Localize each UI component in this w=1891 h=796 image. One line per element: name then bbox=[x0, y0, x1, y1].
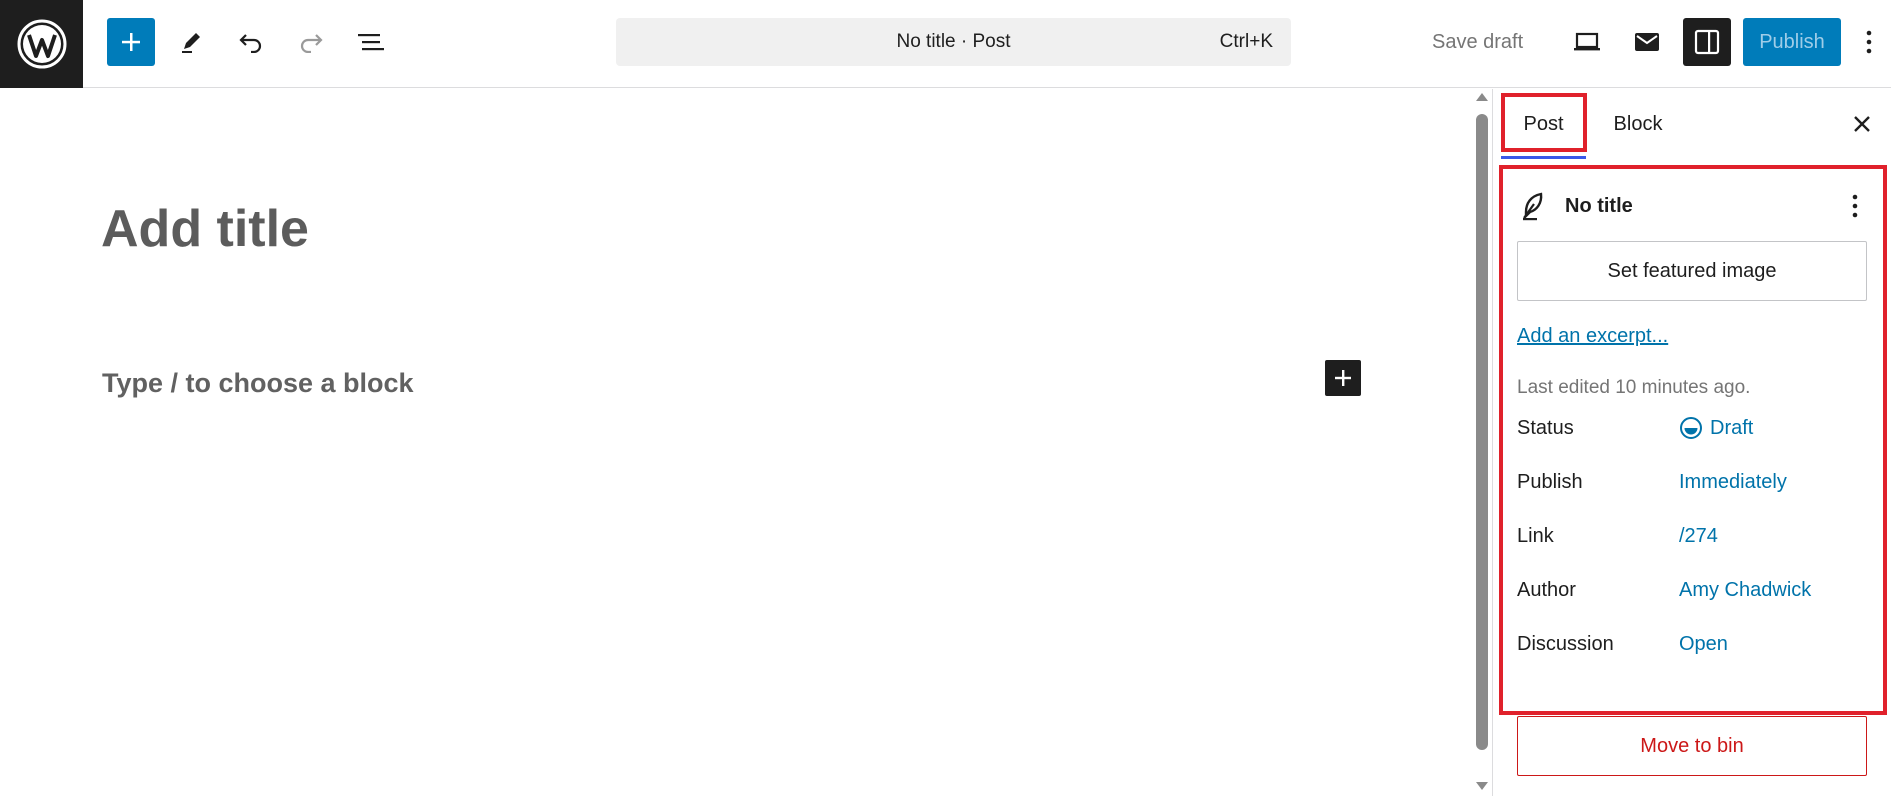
undo-button[interactable] bbox=[227, 18, 275, 66]
list-view-icon bbox=[358, 34, 384, 51]
tab-block[interactable]: Block bbox=[1603, 89, 1673, 159]
vertical-ellipsis-icon bbox=[1866, 30, 1872, 54]
scroll-down-arrow-icon[interactable] bbox=[1476, 782, 1488, 790]
post-actions-button[interactable] bbox=[1843, 188, 1867, 224]
permalink-value[interactable]: /274 bbox=[1679, 516, 1718, 556]
draft-status-icon[interactable] bbox=[1679, 416, 1703, 440]
block-placeholder[interactable]: Type / to choose a block bbox=[102, 368, 414, 399]
save-draft-button[interactable]: Save draft bbox=[1432, 18, 1523, 66]
plus-icon bbox=[1335, 370, 1351, 386]
publish-date-value[interactable]: Immediately bbox=[1679, 462, 1787, 502]
sidebar-toggle-icon bbox=[1694, 29, 1720, 55]
wordpress-logo-icon[interactable] bbox=[0, 0, 83, 88]
tab-block-label: Block bbox=[1613, 113, 1663, 135]
tools-button[interactable] bbox=[167, 18, 215, 66]
link-label: Link bbox=[1517, 525, 1554, 547]
editor-scrollbar[interactable] bbox=[1472, 89, 1492, 796]
editor-canvas: Add title Type / to choose a block bbox=[0, 89, 1472, 796]
post-title-input[interactable]: Add title bbox=[101, 199, 309, 259]
active-tab-indicator bbox=[1501, 156, 1586, 159]
vertical-ellipsis-icon bbox=[1852, 194, 1858, 218]
author-label: Author bbox=[1517, 579, 1576, 601]
undo-icon bbox=[239, 34, 262, 53]
redo-icon bbox=[300, 34, 323, 53]
scrollbar-thumb[interactable] bbox=[1476, 114, 1488, 750]
meta-row-discussion: Discussion Open bbox=[1517, 624, 1867, 664]
feather-icon bbox=[1523, 192, 1543, 221]
author-value[interactable]: Amy Chadwick bbox=[1679, 570, 1811, 610]
post-summary-header: No title bbox=[1517, 184, 1867, 228]
options-menu-button[interactable] bbox=[1851, 18, 1887, 66]
plus-icon bbox=[122, 33, 140, 51]
redo-button[interactable] bbox=[287, 18, 335, 66]
meta-row-author: Author Amy Chadwick bbox=[1517, 570, 1867, 610]
publish-button[interactable]: Publish bbox=[1743, 18, 1841, 66]
close-icon bbox=[1854, 116, 1870, 132]
meta-row-link: Link /274 bbox=[1517, 516, 1867, 556]
scroll-up-arrow-icon[interactable] bbox=[1476, 93, 1488, 101]
status-value[interactable]: Draft bbox=[1710, 408, 1753, 448]
close-sidebar-button[interactable] bbox=[1844, 106, 1880, 142]
envelope-icon bbox=[1635, 33, 1659, 51]
command-palette-button[interactable]: No title · Post Ctrl+K bbox=[616, 18, 1291, 66]
laptop-icon bbox=[1574, 32, 1600, 51]
pencil-icon bbox=[182, 33, 200, 53]
block-inserter-button[interactable] bbox=[1325, 360, 1361, 396]
document-overview-button[interactable] bbox=[347, 18, 395, 66]
highlight-box-tab bbox=[1501, 93, 1587, 152]
editor-header: No title · Post Ctrl+K Save draft Publis… bbox=[0, 0, 1891, 88]
meta-row-status: Status Draft bbox=[1517, 408, 1867, 448]
meta-row-publish: Publish Immediately bbox=[1517, 462, 1867, 502]
mail-button[interactable] bbox=[1623, 18, 1671, 66]
settings-sidebar-toggle[interactable] bbox=[1683, 18, 1731, 66]
post-summary-title: No title bbox=[1565, 195, 1633, 217]
preview-button[interactable] bbox=[1563, 18, 1611, 66]
move-to-bin-button[interactable]: Move to bin bbox=[1517, 716, 1867, 776]
discussion-value[interactable]: Open bbox=[1679, 624, 1728, 664]
last-edited-text: Last edited 10 minutes ago. bbox=[1517, 377, 1751, 398]
set-featured-image-button[interactable]: Set featured image bbox=[1517, 241, 1867, 301]
add-block-button[interactable] bbox=[107, 18, 155, 66]
publish-label: Publish bbox=[1517, 471, 1583, 493]
shortcut-hint: Ctrl+K bbox=[1219, 31, 1273, 52]
document-title: No title · Post bbox=[896, 31, 1011, 52]
discussion-label: Discussion bbox=[1517, 633, 1614, 655]
status-label: Status bbox=[1517, 417, 1574, 439]
add-excerpt-link[interactable]: Add an excerpt... bbox=[1517, 325, 1668, 348]
settings-sidebar: Post Block No title Set featured image A… bbox=[1492, 89, 1891, 796]
